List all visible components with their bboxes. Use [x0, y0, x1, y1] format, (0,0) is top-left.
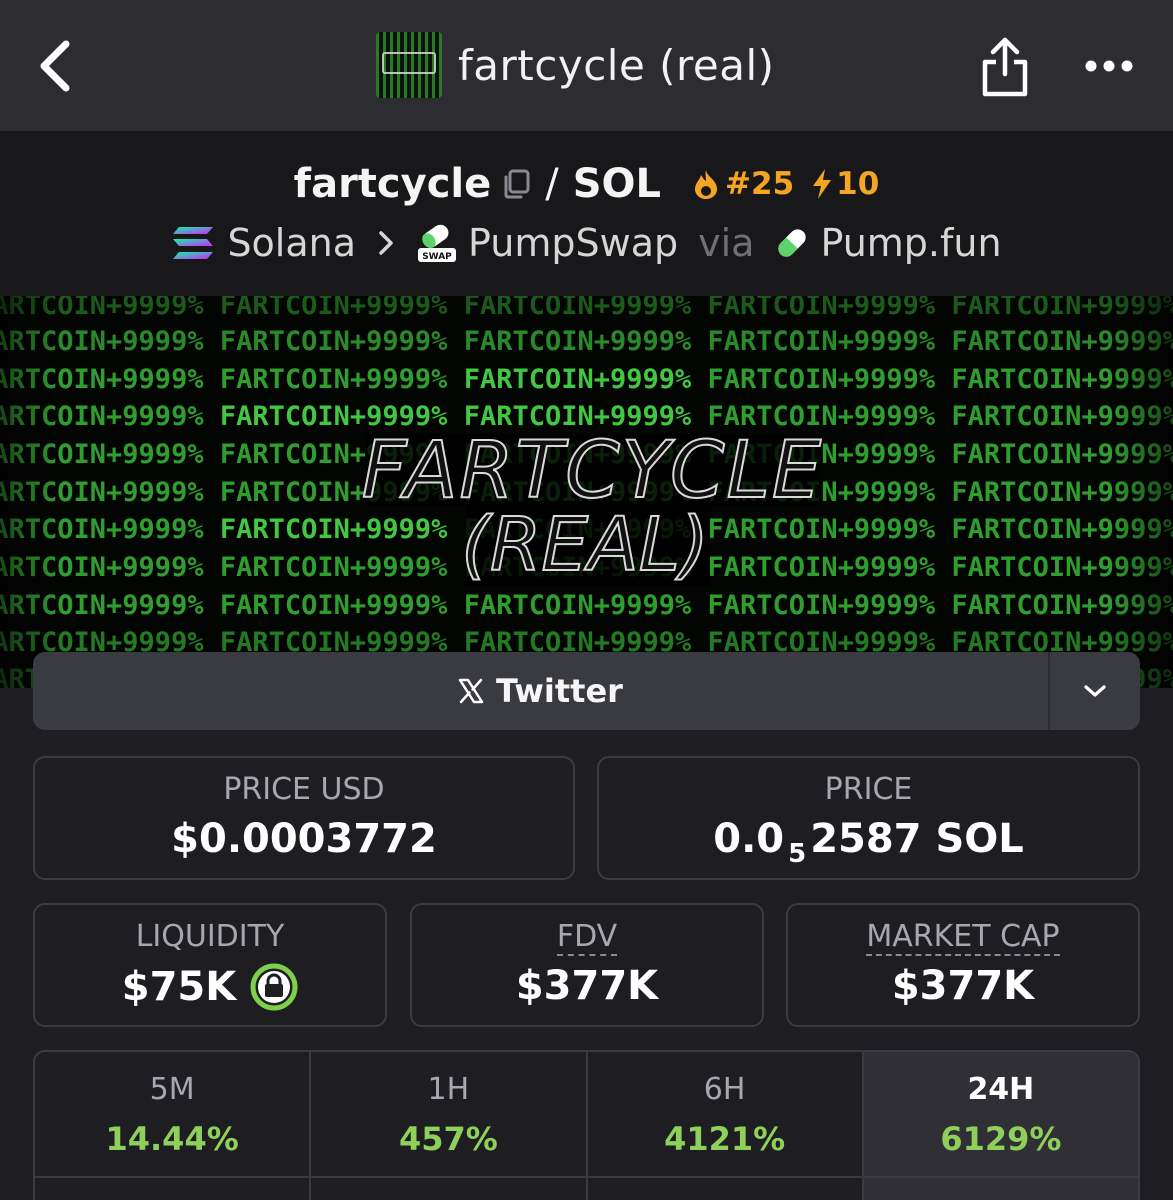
solana-icon [173, 227, 214, 259]
pumpswap-badge-text: SWAP [422, 252, 452, 262]
price-native-value: 0.0 5 2587 SOL [713, 816, 1024, 869]
banner-text-row: FARTCOIN+9999% FARTCOIN+9999% FARTCOIN+9… [0, 590, 1173, 621]
copy-icon[interactable] [501, 168, 531, 200]
flame-icon [695, 170, 718, 199]
more-options-button[interactable] [1084, 54, 1134, 78]
chevron-right-icon [379, 231, 393, 255]
change-value: 6129% [940, 1120, 1062, 1158]
fdv-value: $377K [515, 963, 659, 1009]
trending-rank: #25 [725, 166, 795, 202]
price-usd-label: PRICE USD [223, 772, 385, 807]
change-value: 4121% [664, 1120, 786, 1158]
dex-link[interactable]: PumpSwap [468, 221, 678, 265]
change-value: 14.44% [105, 1120, 239, 1158]
boost-count: 10 [836, 166, 880, 202]
liquidity-value-row: $75K [35, 963, 385, 1011]
trending-badge[interactable]: #25 [691, 166, 794, 202]
chevron-down-icon [1084, 685, 1106, 697]
route-row: Solana SWAP PumpSwap via Pump.fun [0, 217, 1173, 269]
banner-logo-line1: FARTCYCLE [361, 426, 824, 516]
banner-text-row: FARTCOIN+9999% FARTCOIN+9999% FARTCOIN+9… [0, 296, 1173, 321]
lock-icon[interactable] [250, 963, 298, 1011]
change-value: 457% [398, 1120, 498, 1158]
page-title-group: fartcycle (real) [376, 30, 775, 100]
market-cap-value: $377K [891, 963, 1035, 1009]
change-label: 24H [967, 1072, 1035, 1107]
lightning-icon [813, 169, 832, 199]
pumpswap-icon: SWAP [418, 224, 457, 262]
price-native-label: PRICE [824, 772, 913, 807]
change-label: 5M [149, 1072, 195, 1107]
page-title: fartcycle (real) [458, 40, 775, 90]
banner-text-row: FARTCOIN+9999% FARTCOIN+9999% FARTCOIN+9… [0, 364, 1173, 395]
banner-logo-line2: (REAL) [460, 502, 710, 588]
market-cap-card: MARKET CAP $377K [786, 903, 1140, 1027]
fdv-label[interactable]: FDV [556, 919, 618, 956]
quote-token-symbol: SOL [572, 161, 662, 207]
pair-separator: / [545, 161, 559, 207]
chain-link[interactable]: Solana [227, 221, 356, 265]
top-nav-bar: fartcycle (real) [0, 0, 1173, 131]
liquidity-card: LIQUIDITY $75K [33, 903, 387, 1027]
liquidity-label: LIQUIDITY [135, 919, 285, 954]
twitter-label: Twitter [496, 672, 623, 710]
ellipsis-icon [1085, 60, 1133, 72]
chevron-left-icon [40, 40, 70, 92]
price-usd-card: PRICE USD $0.0003772 [33, 756, 575, 880]
token-logo [376, 32, 442, 98]
social-expand-button[interactable] [1048, 652, 1140, 730]
share-icon [982, 37, 1028, 97]
pair-row: fartcycle / SOL #25 10 [0, 157, 1173, 211]
launchpad-link[interactable]: Pump.fun [820, 221, 1001, 265]
market-cap-label[interactable]: MARKET CAP [866, 919, 1060, 956]
pill-icon [778, 229, 807, 257]
fdv-label-wrap: FDV [412, 919, 762, 956]
price-native-card: PRICE 0.0 5 2587 SOL [597, 756, 1140, 880]
back-button[interactable] [34, 40, 78, 92]
boost-badge[interactable]: 10 [810, 166, 879, 202]
banner-logo: FARTCYCLE (REAL) [355, 426, 830, 588]
fdv-card: FDV $377K [410, 903, 764, 1027]
change-label: 1H [427, 1072, 470, 1107]
twitter-link-button[interactable]: Twitter [33, 652, 1048, 730]
divider [33, 1176, 1140, 1178]
x-logo-icon [458, 678, 484, 704]
via-label: via [698, 221, 755, 265]
token-banner-image: FARTCOIN+9999% FARTCOIN+9999% FARTCOIN+9… [0, 296, 1173, 688]
base-token-symbol: fartcycle [293, 161, 492, 207]
change-label: 6H [703, 1072, 746, 1107]
pair-header: fartcycle / SOL #25 10 Solana SWAP PumpS… [0, 131, 1173, 296]
liquidity-value: $75K [121, 964, 237, 1010]
market-cap-label-wrap: MARKET CAP [788, 919, 1138, 956]
share-button[interactable] [980, 36, 1030, 98]
banner-text-row: FARTCOIN+9999% FARTCOIN+9999% FARTCOIN+9… [0, 326, 1173, 357]
price-usd-value: $0.0003772 [171, 816, 437, 862]
social-links-dropdown[interactable]: Twitter [33, 652, 1140, 730]
